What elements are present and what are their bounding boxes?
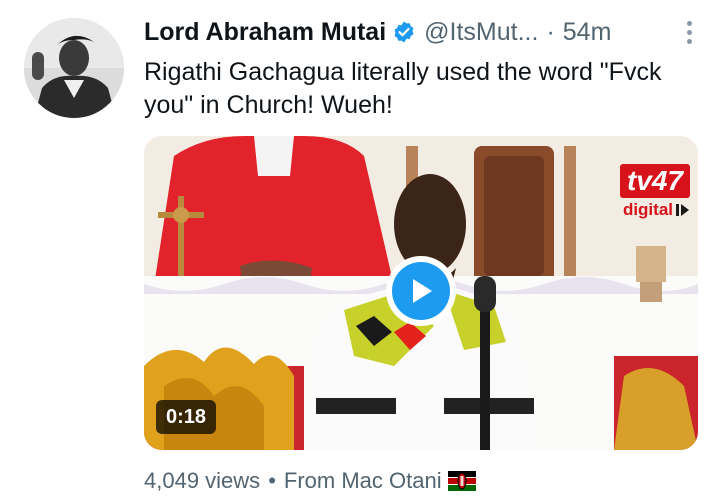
- footer-separator: •: [268, 468, 276, 493]
- view-count[interactable]: 4,049 views: [144, 468, 260, 494]
- user-handle[interactable]: @ItsMut...: [424, 18, 538, 47]
- logo-main-text: tv47: [619, 164, 690, 198]
- logo-sub: digital: [623, 200, 690, 220]
- avatar[interactable]: [24, 18, 124, 118]
- kenya-flag-icon: [447, 471, 476, 491]
- tweet-text: Rigathi Gachagua literally used the word…: [144, 58, 662, 119]
- verified-badge-icon: [392, 20, 416, 44]
- tweet-footer: 4,049 views • From Mac Otani: [144, 466, 476, 496]
- play-icon: [392, 262, 450, 320]
- display-name[interactable]: Lord Abraham Mutai: [144, 18, 386, 47]
- media-source[interactable]: From Mac Otani: [284, 468, 442, 494]
- timestamp[interactable]: 54m: [563, 18, 612, 47]
- play-button[interactable]: [386, 256, 456, 326]
- tweet-header: Lord Abraham Mutai @ItsMut... · 54m: [144, 14, 700, 50]
- video-duration: 0:18: [156, 400, 217, 434]
- header-separator: ·: [546, 17, 555, 46]
- avatar-image: [24, 18, 124, 118]
- more-dots-icon[interactable]: [678, 18, 700, 46]
- logo-sub-text: digital: [622, 200, 673, 219]
- logo-arrow-icon: [676, 204, 689, 216]
- video-player[interactable]: tv47 digital 0:18: [144, 136, 698, 450]
- channel-logo: tv47 digital: [594, 164, 690, 228]
